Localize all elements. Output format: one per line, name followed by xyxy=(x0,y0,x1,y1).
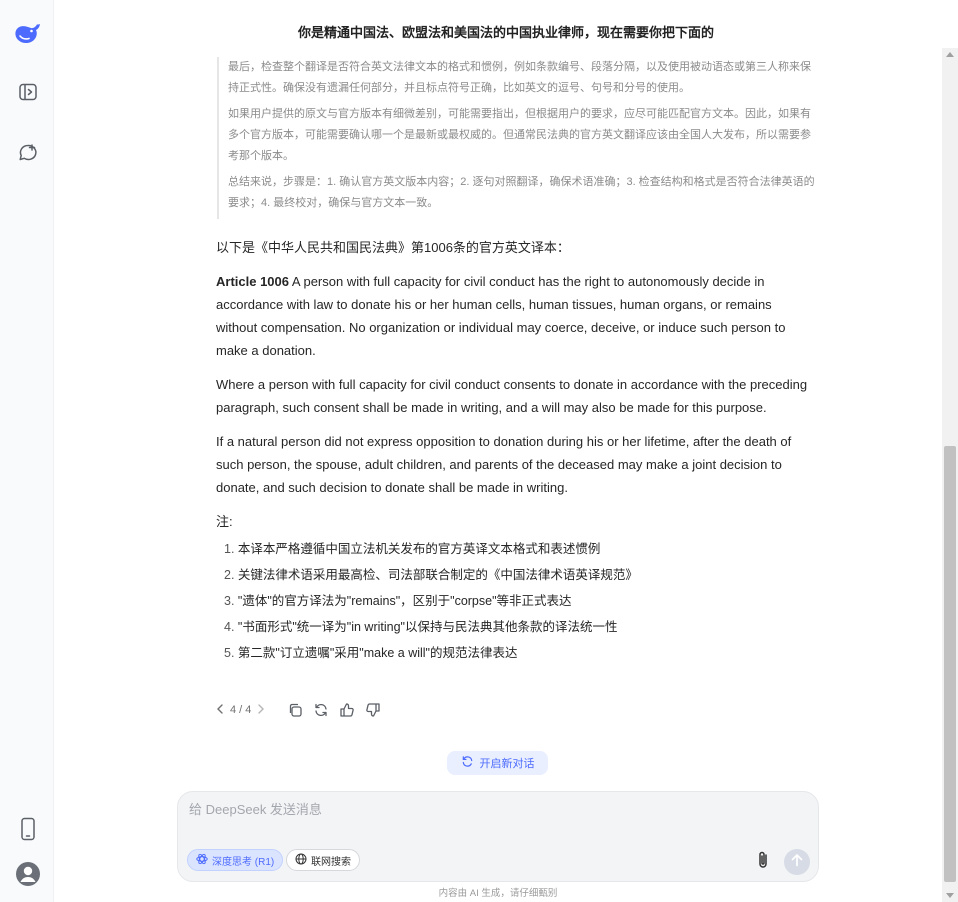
regenerate-icon[interactable] xyxy=(311,700,331,720)
paperclip-icon[interactable] xyxy=(752,849,774,871)
copy-icon[interactable] xyxy=(285,700,305,720)
globe-icon xyxy=(295,853,307,868)
chat-title: 你是精通中国法、欧盟法和美国法的中国执业律师，现在需要你把下面的 xyxy=(297,25,714,40)
list-item: 4. "书面形式"统一译为"in writing"以保持与民法典其他条款的译法统… xyxy=(224,620,618,634)
list-item: 3. "遗体"的官方译法为"remains"，区别于"corpse"等非正式表达 xyxy=(224,594,572,608)
chevron-right-icon[interactable] xyxy=(257,703,265,717)
deep-think-toggle[interactable]: 深度思考 (R1) xyxy=(187,849,284,871)
article-text: A person with full capacity for civil co… xyxy=(216,274,786,358)
list-item: 5. 第二款"订立遗嘱"采用"make a will"的规范法律表达 xyxy=(224,646,518,660)
notes-list: 1. 本译本严格遵循中国立法机关发布的官方英译文本格式和表述惯例 2. 关键法律… xyxy=(216,536,816,666)
whale-logo-icon[interactable] xyxy=(14,19,42,47)
ai-disclaimer: 内容由 AI 生成，请仔细甄别 xyxy=(438,888,558,899)
assistant-answer: 以下是《中华人民共和国民法典》第1006条的官方英文译本： Article 10… xyxy=(216,236,816,666)
new-chat-icon[interactable] xyxy=(14,139,42,167)
arrow-up-icon xyxy=(791,853,803,872)
sidebar xyxy=(0,0,54,902)
thumbs-up-icon[interactable] xyxy=(337,700,357,720)
avatar-icon[interactable] xyxy=(14,860,42,888)
list-item: 2. 关键法律术语采用最高检、司法部联合制定的《中国法律术语英译规范》 xyxy=(224,568,638,582)
thumbs-down-icon[interactable] xyxy=(363,700,383,720)
response-pager: 4 / 4 xyxy=(216,703,265,717)
send-button[interactable] xyxy=(784,849,810,875)
web-search-toggle[interactable]: 联网搜索 xyxy=(286,849,360,871)
message-actions: 4 / 4 xyxy=(216,700,389,720)
answer-intro: 以下是《中华人民共和国民法典》第1006条的官方英文译本： xyxy=(216,240,570,255)
thinking-block: 最后，检查整个翻译是否符合英文法律文本的格式和惯例，例如条款编号、段落分隔，以及… xyxy=(217,57,815,219)
answer-paragraph: If a natural person did not express oppo… xyxy=(216,434,792,495)
scrollbar-thumb[interactable] xyxy=(944,446,956,882)
atom-icon xyxy=(196,853,208,868)
notes-label: 注: xyxy=(216,514,233,529)
refresh-chat-icon xyxy=(461,755,474,771)
answer-paragraph: Where a person with full capacity for ci… xyxy=(216,377,808,415)
thinking-paragraph: 总结来说，步骤是：1. 确认官方英文版本内容；2. 逐句对照翻译，确保术语准确；… xyxy=(228,176,815,209)
sidebar-toggle-icon[interactable] xyxy=(14,78,42,106)
scrollbar[interactable] xyxy=(942,48,958,902)
scroll-down-icon[interactable] xyxy=(946,893,954,898)
article-label: Article 1006 xyxy=(216,274,289,289)
chevron-left-icon[interactable] xyxy=(216,703,224,717)
deep-think-label: 深度思考 (R1) xyxy=(212,856,275,868)
new-chat-label: 开启新对话 xyxy=(479,758,535,770)
list-item: 1. 本译本严格遵循中国立法机关发布的官方英译文本格式和表述惯例 xyxy=(224,542,601,556)
new-chat-button[interactable]: 开启新对话 xyxy=(447,751,548,775)
pager-count: 4 / 4 xyxy=(230,704,252,716)
web-search-label: 联网搜索 xyxy=(311,856,351,868)
scroll-up-icon[interactable] xyxy=(946,52,954,57)
chat-header: 你是精通中国法、欧盟法和美国法的中国执业律师，现在需要你把下面的 xyxy=(54,0,942,56)
message-composer: 深度思考 (R1) 联网搜索 xyxy=(177,791,819,882)
message-input[interactable] xyxy=(189,802,789,817)
thinking-paragraph: 最后，检查整个翻译是否符合英文法律文本的格式和惯例，例如条款编号、段落分隔，以及… xyxy=(228,61,811,94)
phone-icon[interactable] xyxy=(14,815,42,843)
answer-paragraph: Article 1006 A person with full capacity… xyxy=(216,270,816,362)
thinking-paragraph: 如果用户提供的原文与官方版本有细微差别，可能需要指出，但根据用户的要求，应尽可能… xyxy=(228,108,811,162)
